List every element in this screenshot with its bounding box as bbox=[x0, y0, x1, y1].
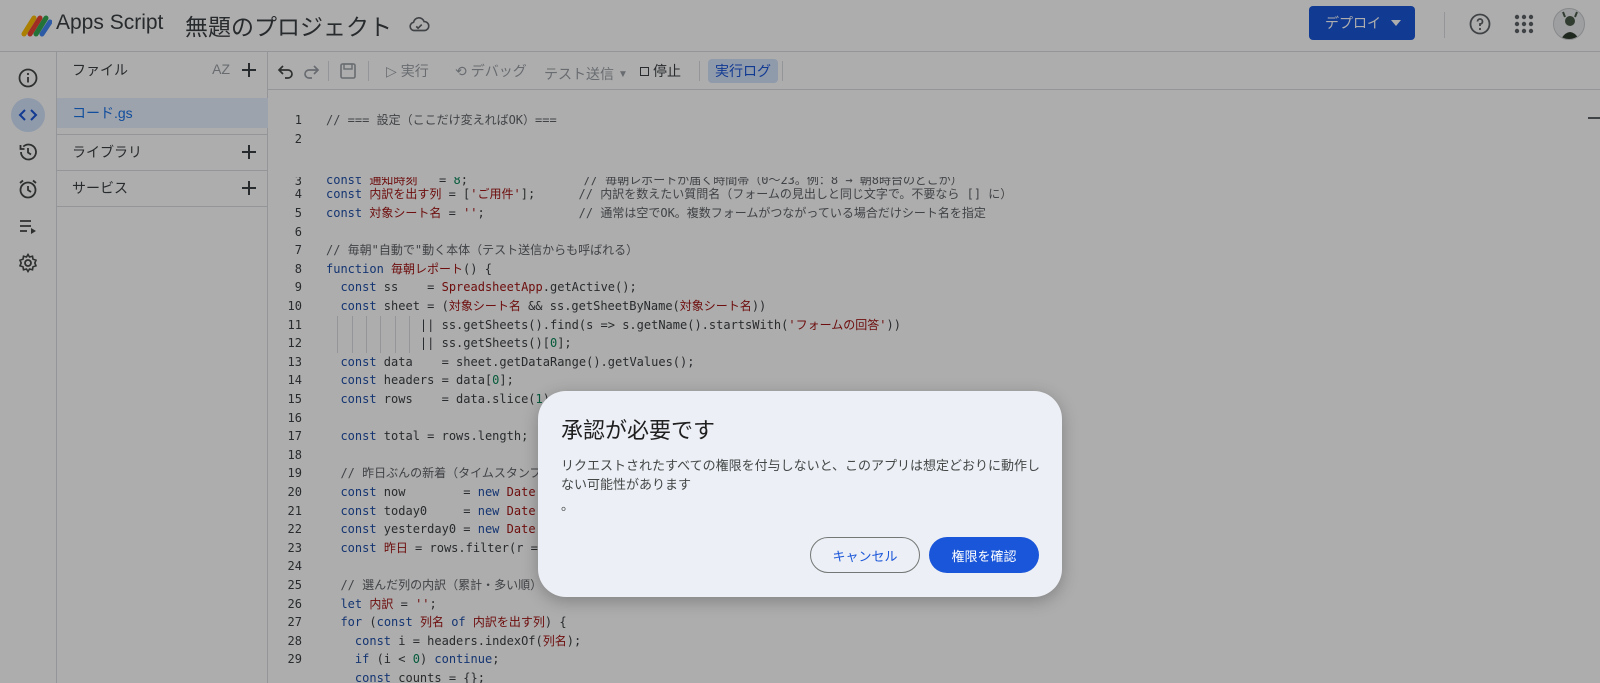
dialog-message: リクエストされたすべての権限を付与しないと、このアプリは想定どおりに動作しない可… bbox=[561, 459, 1041, 493]
review-permissions-button[interactable]: 権限を確認 bbox=[929, 537, 1039, 573]
dialog-message-tail: 。 bbox=[561, 499, 575, 514]
cancel-label: キャンセル bbox=[832, 549, 898, 565]
cancel-button[interactable]: キャンセル bbox=[810, 537, 920, 573]
dialog-title: 承認が必要です bbox=[561, 419, 716, 444]
review-permissions-label: 権限を確認 bbox=[951, 549, 1017, 565]
authorization-dialog: 承認が必要です リクエストされたすべての権限を付与しないと、このアプリは想定どお… bbox=[538, 391, 1062, 597]
